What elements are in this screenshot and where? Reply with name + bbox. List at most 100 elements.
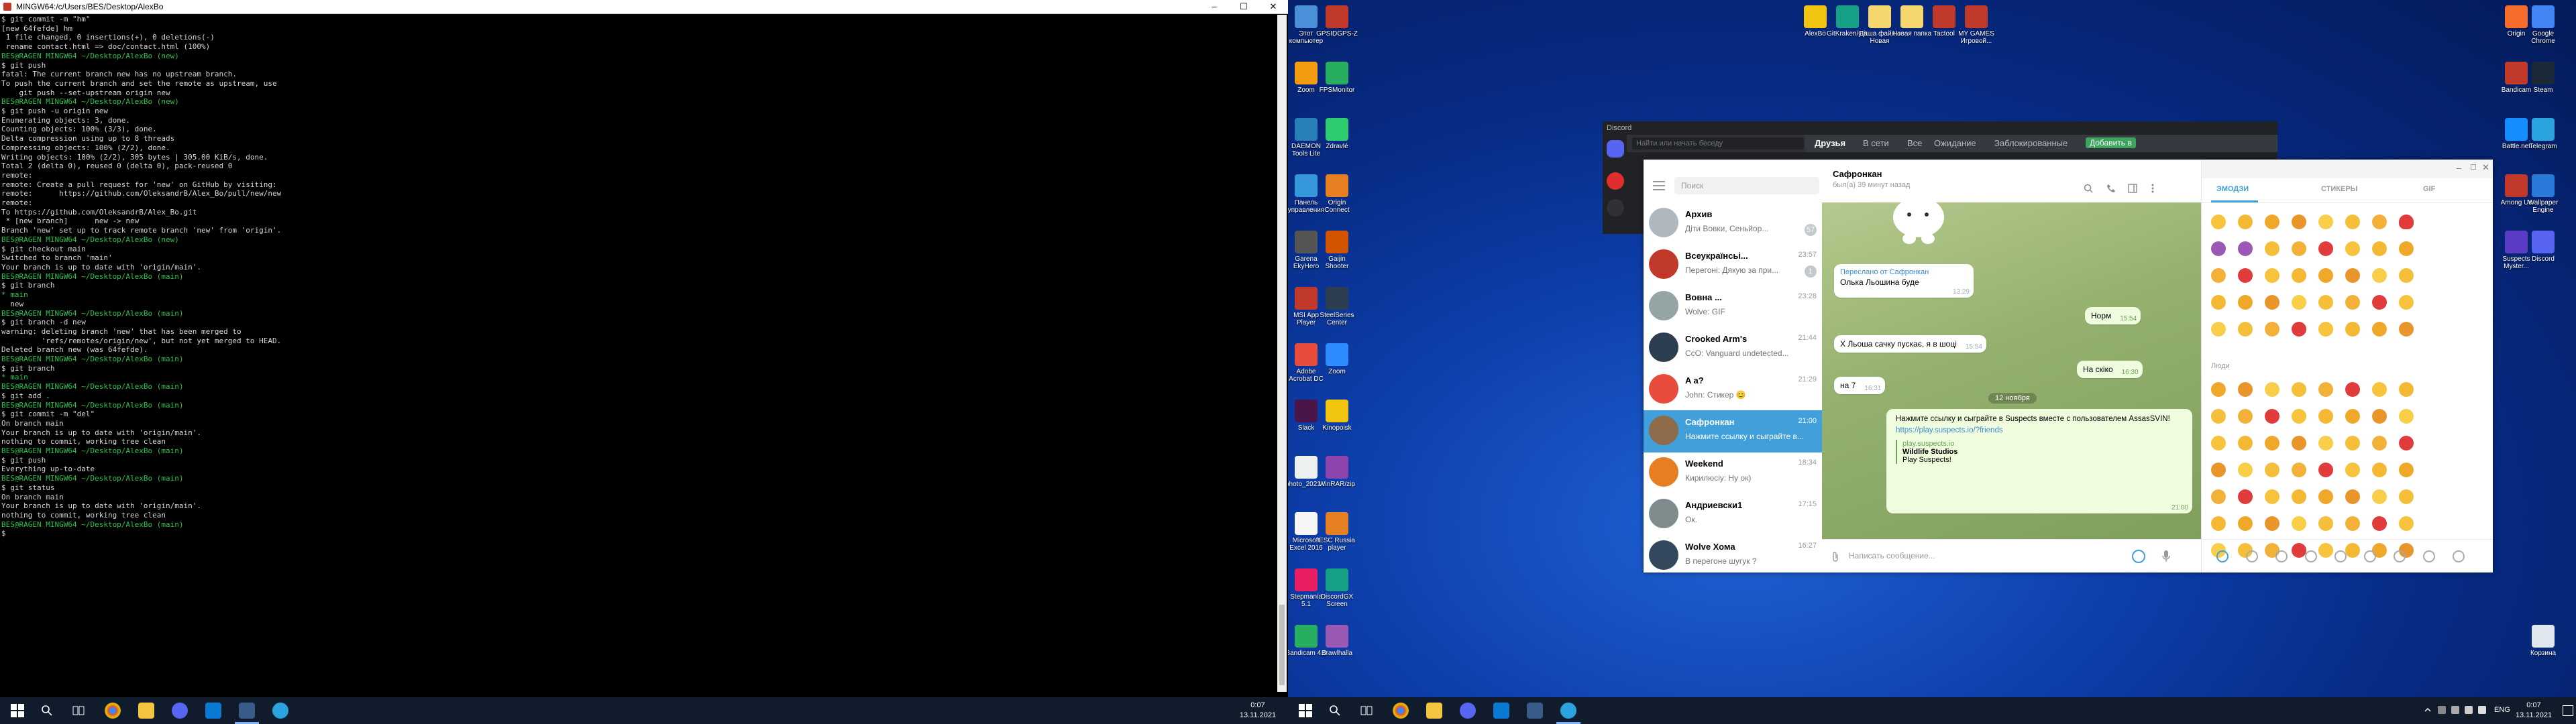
emoji-icon[interactable] [2211, 516, 2226, 531]
tab-online[interactable]: В сети [1863, 138, 1889, 148]
menu-icon[interactable] [1653, 181, 1665, 190]
emoji-icon[interactable] [2211, 489, 2226, 504]
emoji-icon[interactable] [2372, 436, 2387, 450]
desktop-icon[interactable]: Origin Connect [1316, 174, 1358, 214]
emoji-icon[interactable] [2292, 268, 2306, 283]
emoji-icon[interactable] [2265, 268, 2279, 283]
emoji-icon[interactable] [2318, 463, 2333, 477]
emoji-icon[interactable] [2211, 463, 2226, 477]
emoji-icon[interactable] [2399, 516, 2414, 531]
emoji-category-icon[interactable] [2275, 550, 2288, 562]
chrome-icon[interactable] [105, 703, 121, 719]
emoji-icon[interactable] [2345, 295, 2360, 310]
emoji-icon[interactable] [2292, 409, 2306, 424]
emoji-icon[interactable] [2265, 215, 2279, 229]
emoji-icon[interactable] [2265, 409, 2279, 424]
emoji-category-icon[interactable] [2364, 550, 2376, 562]
emoji-icon[interactable] [2345, 241, 2360, 256]
emoji-icon[interactable] [2238, 489, 2253, 504]
minimize-button[interactable]: – [1199, 0, 1229, 13]
message-bubble[interactable]: На скіко 16:30 [2077, 361, 2143, 378]
message-bubble[interactable]: Х Льоша сачку пускає, я в шоці 15:54 [1834, 335, 1986, 353]
chat-list-item[interactable]: Weekend Кирилюсіу: Ну ок) 18:34 [1644, 452, 1822, 494]
emoji-icon[interactable] [2399, 268, 2414, 283]
emoji-icon[interactable] [2238, 436, 2253, 450]
emoji-icon[interactable] [2345, 516, 2360, 531]
emoji-icon[interactable] [2399, 489, 2414, 504]
chat-list-item[interactable]: Вовна ... Wolve: GIF 23:28 [1644, 286, 1822, 328]
search-icon[interactable] [1330, 705, 1340, 716]
more-icon[interactable] [2151, 184, 2155, 193]
emoji-icon[interactable] [2318, 489, 2333, 504]
attach-icon[interactable] [1831, 552, 1839, 562]
emoji-icon[interactable] [2238, 215, 2253, 229]
emoji-icon[interactable] [2372, 322, 2387, 337]
emoji-icon[interactable] [2372, 295, 2387, 310]
search-icon[interactable] [42, 705, 52, 716]
emoji-icon[interactable] [2211, 295, 2226, 310]
search-icon[interactable] [2084, 184, 2093, 193]
chrome-icon[interactable] [1393, 703, 1409, 719]
emoji-category-icon[interactable] [2334, 550, 2347, 562]
emoji-icon[interactable] [2372, 409, 2387, 424]
desktop-icon[interactable]: Kinopoisk [1316, 400, 1358, 439]
emoji-icon[interactable] [2372, 516, 2387, 531]
invite-link-message[interactable]: Нажмите ссылку и сыграйте в Suspects вме… [1886, 409, 2192, 514]
emoji-icon[interactable] [2211, 409, 2226, 424]
desktop-icon[interactable]: Google Chrome [2522, 5, 2564, 45]
discord-taskbar-icon[interactable] [172, 703, 188, 719]
emoji-icon[interactable] [2211, 215, 2226, 229]
chat-list-item[interactable]: Архив Діти Вовки, Сеньйор... 57 [1644, 202, 1822, 245]
emoji-icon[interactable] [2399, 382, 2414, 397]
terminal-title-bar[interactable]: MINGW64:/c/Users/BES/Desktop/AlexBo – ☐ … [0, 0, 1288, 14]
clock-left[interactable]: 0:07 13.11.2021 [1234, 701, 1281, 721]
sidebar-toggle-icon[interactable] [2128, 184, 2137, 193]
emoji-icon[interactable] [2345, 268, 2360, 283]
desktop-icon[interactable]: Steam [2522, 62, 2564, 101]
emoji-category-icon[interactable] [2394, 550, 2406, 562]
emoji-icon[interactable] [2211, 322, 2226, 337]
microphone-icon[interactable] [2161, 550, 2171, 563]
windows-start-icon[interactable] [11, 704, 24, 717]
scrollbar-thumb[interactable] [1279, 605, 1285, 685]
emoji-icon[interactable] [2399, 241, 2414, 256]
forwarded-message[interactable]: Переслано от Сафронкан Олька Льошина буд… [1834, 264, 1974, 298]
chat-list-item[interactable]: Всеукраїнсьі... Перегоні: Дякую за при...… [1644, 244, 1822, 286]
desktop-icon[interactable]: Discord [2522, 231, 2564, 270]
maximize-button[interactable]: ☐ [1229, 0, 1258, 13]
emoji-icon[interactable] [2292, 436, 2306, 450]
tab-pending[interactable]: Ожидание [1934, 138, 1976, 148]
emoji-icon[interactable] [2372, 489, 2387, 504]
chat-list-item[interactable]: Wolve Хома В перегоне шугук ? 16:27 [1644, 535, 1822, 572]
emoji-icon[interactable] [2211, 268, 2226, 283]
emoji-icon[interactable] [2345, 322, 2360, 337]
emoji-icon[interactable] [2292, 463, 2306, 477]
emoji-icon[interactable] [2265, 436, 2279, 450]
telegram-taskbar-icon[interactable] [1560, 703, 1576, 719]
desktop-icon[interactable]: Zoom [1316, 343, 1358, 383]
emoji-icon[interactable] [2345, 409, 2360, 424]
emoji-icon[interactable] [2211, 241, 2226, 256]
emoji-icon[interactable] [2292, 489, 2306, 504]
message-bubble[interactable]: на 7 16:31 [1834, 377, 1886, 394]
emoji-icon[interactable] [2265, 489, 2279, 504]
close-button[interactable]: ✕ [1258, 0, 1288, 13]
desktop-icon[interactable]: MY GAMES Игровой... [1955, 5, 1997, 45]
notification-icon[interactable] [2563, 705, 2573, 716]
tab-friends[interactable]: Друзья [1815, 138, 1845, 148]
emoji-category-icon[interactable] [2423, 550, 2435, 562]
emoji-icon[interactable] [2265, 241, 2279, 256]
emoji-icon[interactable] [2238, 295, 2253, 310]
telegram-taskbar-icon[interactable] [272, 703, 288, 719]
emoji-category-icon[interactable] [2216, 550, 2229, 562]
tab-emoji[interactable]: ЭМОДЗИ [2216, 185, 2249, 193]
chat-title[interactable]: Сафронкан [1833, 169, 1882, 179]
desktop-icon[interactable]: Gaijin Shooter [1316, 231, 1358, 270]
emoji-category-icon[interactable] [2453, 550, 2465, 562]
git-bash-taskbar-icon[interactable] [1527, 703, 1543, 719]
emoji-category-icon[interactable] [2246, 550, 2258, 562]
emoji-icon[interactable] [2318, 268, 2333, 283]
emoji-icon[interactable] [2399, 295, 2414, 310]
emoji-icon[interactable] [2211, 382, 2226, 397]
emoji-icon[interactable] [2318, 295, 2333, 310]
